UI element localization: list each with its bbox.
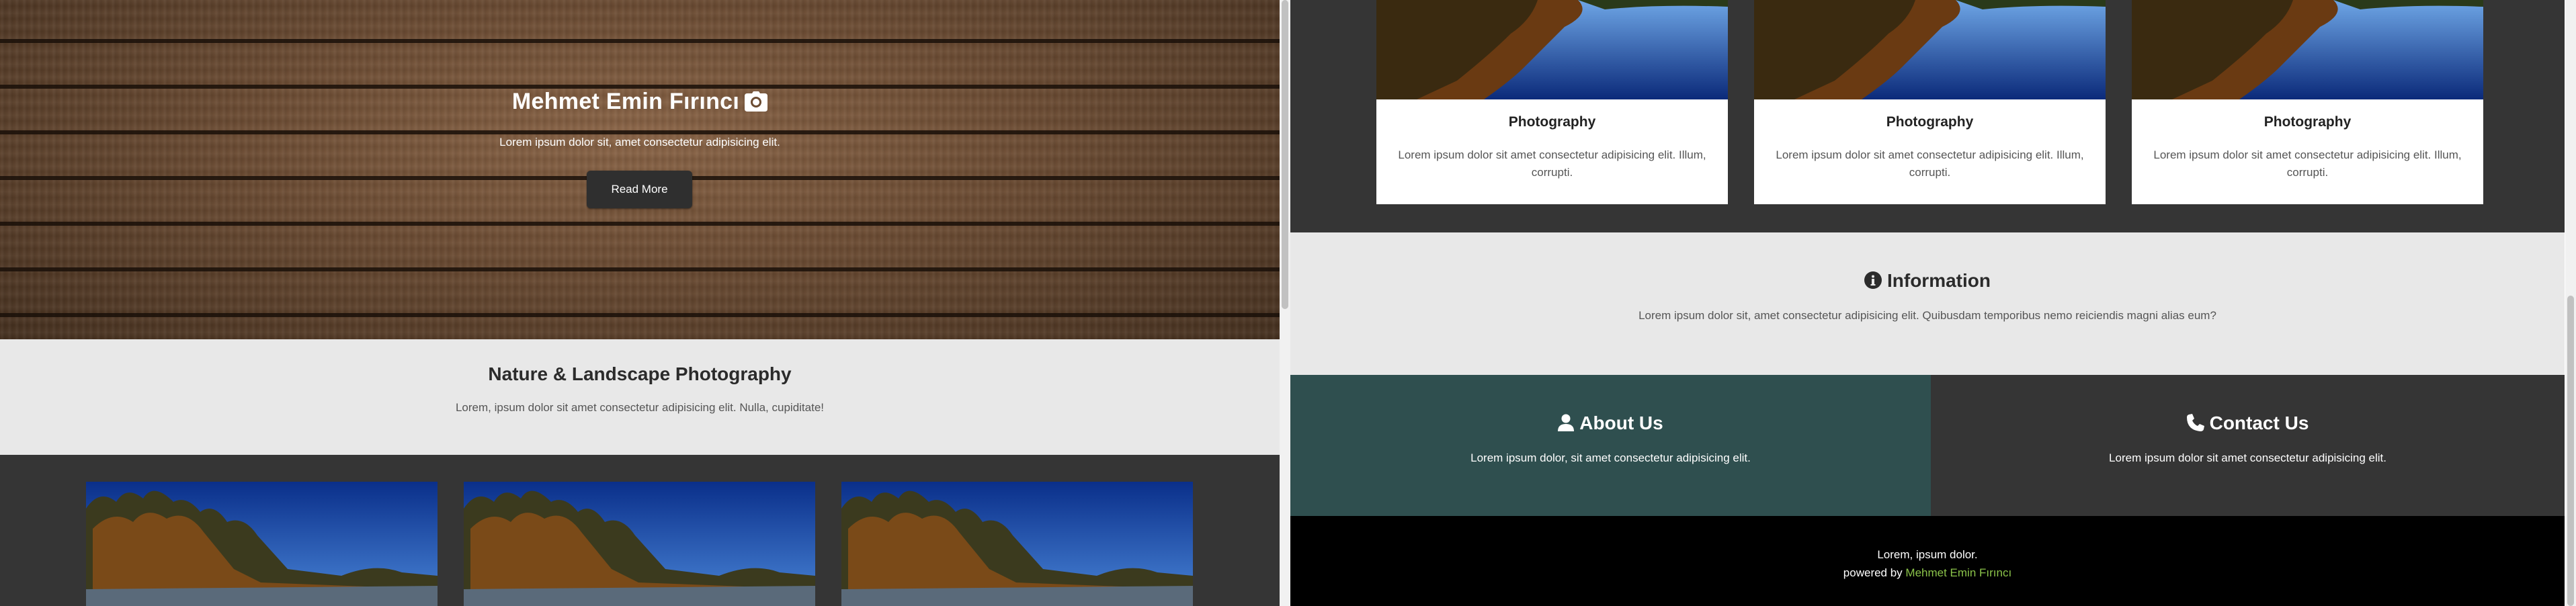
about-title-text: About Us bbox=[1579, 413, 1663, 433]
card-photo bbox=[1376, 0, 1728, 99]
card-text: Lorem ipsum dolor sit amet consectetur a… bbox=[1398, 148, 1706, 179]
author-credit-link[interactable]: Mehmet Emin Fırıncı bbox=[1905, 566, 2011, 579]
gallery-photo bbox=[841, 482, 1193, 606]
powered-prefix: powered by bbox=[1843, 566, 1903, 579]
card-title: Photography bbox=[2263, 114, 2352, 130]
contact-section: Contact Us Lorem ipsum dolor sit amet co… bbox=[1931, 375, 2565, 516]
contact-title-text: Contact Us bbox=[2209, 413, 2309, 433]
scrollbar-thumb[interactable] bbox=[2567, 296, 2574, 606]
info-circle-icon bbox=[1864, 271, 1882, 294]
scrollbar-left[interactable] bbox=[1280, 0, 1290, 606]
page-viewport-bottom: Photography Lorem ipsum dolor sit amet c… bbox=[1290, 0, 2565, 606]
footer-powered-by: powered by Mehmet Emin Fırıncı bbox=[1290, 566, 2565, 580]
user-icon bbox=[1558, 414, 1575, 436]
contact-text: Lorem ipsum dolor sit amet consectetur a… bbox=[2109, 451, 2386, 464]
information-text: Lorem ipsum dolor sit, amet consectetur … bbox=[1638, 309, 2216, 322]
hero-subtitle: Lorem ipsum dolor sit, amet consectetur … bbox=[499, 136, 780, 148]
hero-title: Mehmet Emin Fırıncı bbox=[0, 89, 1280, 118]
scrollbar-right[interactable] bbox=[2565, 0, 2576, 606]
card-title: Photography bbox=[1508, 114, 1596, 130]
information-title: Information bbox=[1290, 270, 2565, 294]
card-title: Photography bbox=[1886, 114, 1974, 130]
contact-title: Contact Us bbox=[1931, 413, 2565, 436]
card-photo bbox=[1754, 0, 2106, 99]
photo-card: Photography Lorem ipsum dolor sit amet c… bbox=[2132, 99, 2483, 204]
gallery-photo bbox=[464, 482, 815, 606]
read-more-button[interactable]: Read More bbox=[587, 171, 692, 208]
scrollbar-thumb[interactable] bbox=[1282, 0, 1288, 309]
hero-title-text: Mehmet Emin Fırıncı bbox=[511, 89, 740, 114]
photo-card: Photography Lorem ipsum dolor sit amet c… bbox=[1376, 99, 1728, 204]
footer-text: Lorem, ipsum dolor. bbox=[1877, 548, 1978, 561]
photo-card: Photography Lorem ipsum dolor sit amet c… bbox=[1754, 99, 2106, 204]
gallery-section bbox=[0, 455, 1280, 606]
card-photo bbox=[2132, 0, 2483, 99]
footer: Lorem, ipsum dolor. powered by Mehmet Em… bbox=[1290, 516, 2565, 606]
gallery-cards: Photography Lorem ipsum dolor sit amet c… bbox=[1290, 0, 2565, 232]
nature-subtitle: Lorem, ipsum dolor sit amet consectetur … bbox=[455, 401, 825, 414]
camera-icon bbox=[745, 91, 768, 118]
nature-section: Nature & Landscape Photography Lorem, ip… bbox=[0, 339, 1280, 455]
card-text: Lorem ipsum dolor sit amet consectetur a… bbox=[2153, 148, 2462, 179]
nature-title: Nature & Landscape Photography bbox=[488, 363, 792, 384]
phone-icon bbox=[2186, 414, 2204, 436]
page-viewport-top: Mehmet Emin Fırıncı Lorem ipsum dolor si… bbox=[0, 0, 1280, 606]
information-title-text: Information bbox=[1887, 270, 1991, 291]
information-section: Information Lorem ipsum dolor sit, amet … bbox=[1290, 232, 2565, 375]
about-title: About Us bbox=[1290, 413, 1931, 436]
gallery-photo bbox=[86, 482, 438, 606]
about-text: Lorem ipsum dolor, sit amet consectetur … bbox=[1470, 451, 1751, 464]
card-text: Lorem ipsum dolor sit amet consectetur a… bbox=[1776, 148, 2084, 179]
about-section: About Us Lorem ipsum dolor, sit amet con… bbox=[1290, 375, 1931, 516]
hero-section: Mehmet Emin Fırıncı Lorem ipsum dolor si… bbox=[0, 0, 1280, 339]
